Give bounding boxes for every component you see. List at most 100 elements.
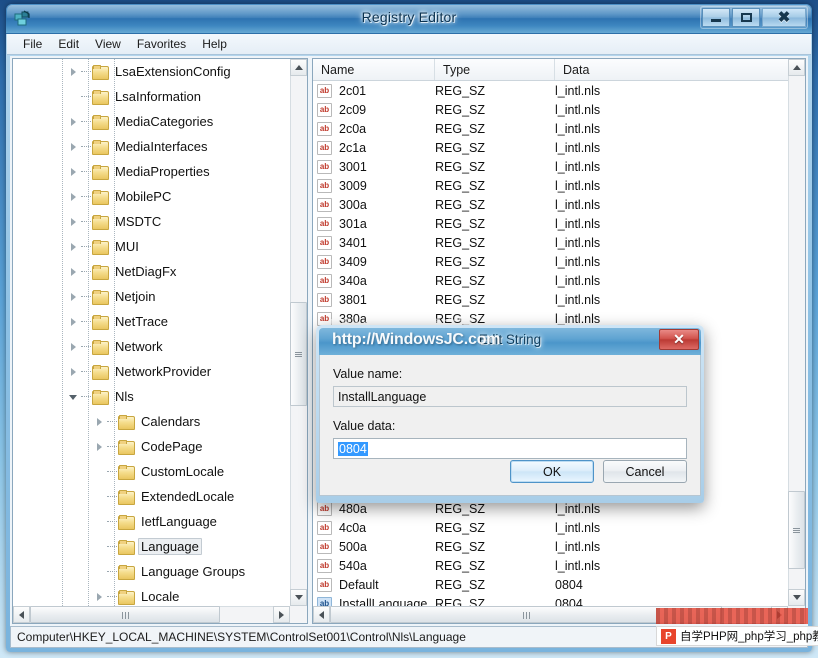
values-horizontal-scrollbar[interactable] [313,606,788,623]
table-row[interactable]: ab 3801 REG_SZ l_intl.nls [313,290,788,309]
table-row[interactable]: ab InstallLanguage REG_SZ 0804 [313,594,788,606]
registry-tree[interactable]: LsaExtensionConfig LsaInformation MediaCat… [13,59,290,606]
tree-scroll-down-button[interactable] [290,589,307,606]
tree-expander-collapsed-icon[interactable] [65,284,81,309]
tree-scroll-left-button[interactable] [13,606,30,623]
tree-node[interactable]: Network [13,334,290,359]
table-row[interactable]: ab 300a REG_SZ l_intl.nls [313,195,788,214]
tree-expander-collapsed-icon[interactable] [65,59,81,84]
value-type-cell: REG_SZ [435,235,486,250]
maximize-button[interactable] [732,8,760,27]
column-header-data[interactable]: Data [555,59,788,80]
table-row[interactable]: ab 2c01 REG_SZ l_intl.nls [313,81,788,100]
value-name-text: 380a [339,311,367,326]
table-row[interactable]: ab Default REG_SZ 0804 [313,575,788,594]
table-row[interactable]: ab 4c0a REG_SZ l_intl.nls [313,518,788,537]
values-vertical-scrollbar[interactable] [788,59,805,606]
menu-item-edit[interactable]: Edit [50,35,87,53]
menu-item-file[interactable]: File [15,35,50,53]
tree-expander-collapsed-icon[interactable] [65,134,81,159]
values-scroll-right-button[interactable] [771,606,788,623]
tree-node[interactable]: IetfLanguage [13,509,290,534]
value-type-cell: REG_SZ [435,121,486,136]
menu-item-favorites[interactable]: Favorites [129,35,194,53]
menu-item-view[interactable]: View [87,35,129,53]
tree-node[interactable]: MediaProperties [13,159,290,184]
tree-expander-expanded-icon[interactable] [65,384,81,409]
tree-node[interactable]: MUI [13,234,290,259]
table-row[interactable]: ab 500a REG_SZ l_intl.nls [313,537,788,556]
tree-node[interactable]: Language Groups [13,559,290,584]
folder-icon [92,289,109,305]
tree-expander-collapsed-icon[interactable] [65,159,81,184]
tree-expander-collapsed-icon[interactable] [65,359,81,384]
ok-button[interactable]: OK [510,460,594,483]
tree-node[interactable]: MobilePC [13,184,290,209]
tree-node[interactable]: MediaCategories [13,109,290,134]
tree-node[interactable]: MediaInterfaces [13,134,290,159]
tree-node[interactable]: MSDTC [13,209,290,234]
tree-hscroll-thumb[interactable] [30,606,220,623]
values-scroll-left-button[interactable] [313,606,330,623]
cancel-button[interactable]: Cancel [603,460,687,483]
table-row[interactable]: ab 540a REG_SZ l_intl.nls [313,556,788,575]
table-row[interactable]: ab 301a REG_SZ l_intl.nls [313,214,788,233]
menu-item-help[interactable]: Help [194,35,235,53]
tree-scroll-right-button[interactable] [273,606,290,623]
tree-node[interactable]: CustomLocale [13,459,290,484]
title-bar[interactable]: Registry Editor ✖ [6,4,812,34]
tree-expander-collapsed-icon[interactable] [91,409,107,434]
tree-expander-collapsed-icon[interactable] [65,109,81,134]
table-row[interactable]: ab 3001 REG_SZ l_intl.nls [313,157,788,176]
tree-node[interactable]: LsaInformation [13,84,290,109]
table-row[interactable]: ab 3009 REG_SZ l_intl.nls [313,176,788,195]
values-scroll-down-button[interactable] [788,589,805,606]
tree-expander-collapsed-icon[interactable] [65,334,81,359]
tree-node[interactable]: Netjoin [13,284,290,309]
tree-expander-none [65,84,81,109]
tree-vertical-scrollbar[interactable] [290,59,307,606]
tree-expander-collapsed-icon[interactable] [65,259,81,284]
column-header-type[interactable]: Type [435,59,555,80]
tree-node[interactable]: Nls [13,384,290,409]
tree-node[interactable]: NetDiagFx [13,259,290,284]
tree-node[interactable]: CodePage [13,434,290,459]
value-data-cell: l_intl.nls [555,558,601,573]
tree-horizontal-scrollbar[interactable] [13,606,290,623]
tree-expander-collapsed-icon[interactable] [65,309,81,334]
tree-scroll-thumb[interactable] [290,302,307,406]
tree-node[interactable]: Calendars [13,409,290,434]
table-row[interactable]: ab 340a REG_SZ l_intl.nls [313,271,788,290]
tree-node[interactable]: Language [13,534,290,559]
tree-node[interactable]: NetworkProvider [13,359,290,384]
status-bar: Computer\HKEY_LOCAL_MACHINE\SYSTEM\Contr… [10,626,808,648]
close-button[interactable]: ✖ [762,8,806,27]
tree-expander-collapsed-icon[interactable] [91,584,107,606]
value-name-field[interactable]: InstallLanguage [333,386,687,407]
table-row[interactable]: ab 3401 REG_SZ l_intl.nls [313,233,788,252]
column-header-name[interactable]: Name [313,59,435,80]
tree-expander-collapsed-icon[interactable] [65,209,81,234]
tree-expander-collapsed-icon[interactable] [65,234,81,259]
tree-node[interactable]: Locale [13,584,290,606]
tree-node[interactable]: ExtendedLocale [13,484,290,509]
table-row[interactable]: ab 2c0a REG_SZ l_intl.nls [313,119,788,138]
tree-node[interactable]: LsaExtensionConfig [13,59,290,84]
value-data-field[interactable]: 0804 [333,438,687,459]
tree-node[interactable]: NetTrace [13,309,290,334]
minimize-button[interactable] [702,8,730,27]
tree-expander-collapsed-icon[interactable] [91,434,107,459]
table-row[interactable]: ab 2c09 REG_SZ l_intl.nls [313,100,788,119]
values-scroll-thumb[interactable] [788,491,805,569]
tree-expander-collapsed-icon[interactable] [65,184,81,209]
table-row[interactable]: ab 2c1a REG_SZ l_intl.nls [313,138,788,157]
tree-scroll-up-button[interactable] [290,59,307,76]
values-scroll-up-button[interactable] [788,59,805,76]
dialog-close-button[interactable]: ✕ [659,329,699,350]
dialog-title-bar[interactable]: Edit String ✕ [319,328,701,355]
table-row[interactable]: ab 3409 REG_SZ l_intl.nls [313,252,788,271]
tree-connector [81,321,91,322]
values-hscroll-thumb[interactable] [330,606,722,623]
